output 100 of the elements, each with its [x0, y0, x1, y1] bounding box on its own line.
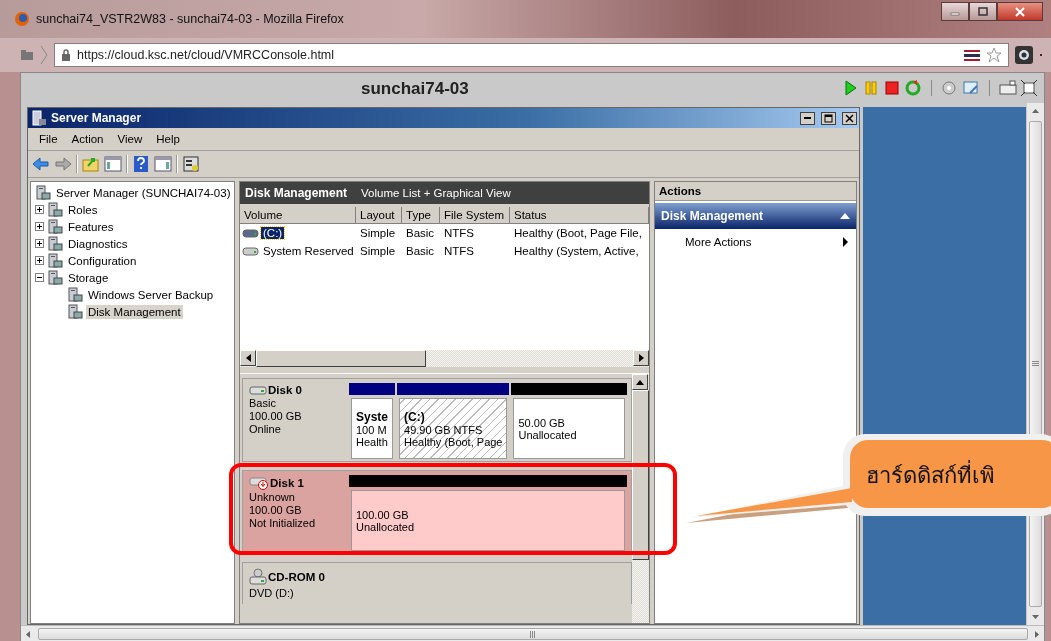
disk-detail: 100.00 GB: [249, 504, 303, 516]
partition-block[interactable]: 100.00 GB Unallocated: [351, 490, 625, 551]
disc-icon[interactable]: [941, 79, 959, 97]
column-header[interactable]: Type: [402, 207, 440, 224]
window-edit-icon[interactable]: [962, 79, 980, 97]
partition-block[interactable]: 50.00 GB Unallocated: [513, 398, 625, 459]
partition-block[interactable]: (C:) 49.90 GB NTFS Healthy (Boot, Page: [399, 398, 508, 459]
disk-detail: 100.00 GB: [249, 410, 303, 422]
actions-section-header[interactable]: Disk Management: [655, 203, 857, 229]
left-arrow-icon: [245, 354, 251, 362]
menu-item[interactable]: File: [34, 131, 63, 147]
tree-item[interactable]: Windows Server Backup: [86, 287, 216, 302]
tree-item[interactable]: Roles: [66, 202, 100, 217]
tree-item[interactable]: Diagnostics: [66, 236, 130, 251]
partition-text: 50.00 GB: [518, 416, 566, 429]
menu-item[interactable]: Action: [66, 131, 109, 147]
minimize-button[interactable]: [941, 2, 969, 21]
column-header[interactable]: Volume: [240, 207, 356, 224]
maximize-button[interactable]: [969, 2, 997, 21]
expand-toggle[interactable]: [35, 256, 44, 265]
table-cell-text: NTFS: [443, 245, 476, 257]
cd-drive-icon: [249, 568, 267, 586]
computer-icon: [47, 235, 63, 252]
reset-icon[interactable]: [904, 79, 922, 97]
stop-icon[interactable]: [883, 79, 901, 97]
horizontal-scrollbar[interactable]: [21, 625, 1044, 641]
disk-detail: Not Initialized: [249, 517, 317, 529]
menu-item[interactable]: Help: [151, 131, 185, 147]
horizontal-scrollbar[interactable]: [240, 350, 649, 367]
table-cell[interactable]: System Reserved: [261, 245, 356, 257]
flag-icon: [964, 49, 980, 61]
disk-detail: Basic: [249, 397, 277, 409]
maximize-icon: [824, 113, 834, 123]
minimize-button[interactable]: [800, 111, 816, 125]
close-button[interactable]: [997, 2, 1043, 21]
disk-detail: DVD (D:): [249, 587, 295, 599]
menu-item[interactable]: View: [112, 131, 148, 147]
table-cell[interactable]: (C:): [261, 227, 285, 239]
up-arrow-icon: [1032, 109, 1039, 113]
properties-icon[interactable]: [182, 155, 200, 173]
console-title: sunchai74-03: [361, 79, 469, 99]
table-cell-text: Basic: [405, 227, 436, 239]
grip-icon: [1032, 361, 1039, 367]
callout-text: ฮาร์ดดิสก์ที่เพิ: [866, 458, 995, 493]
table-cell-text: Simple: [359, 227, 397, 239]
computer-icon: [47, 201, 63, 218]
computer-icon: [47, 218, 63, 235]
disk-detail: Unknown: [249, 491, 296, 503]
camera-icon[interactable]: [1015, 46, 1033, 64]
chevron-icon: [40, 45, 48, 65]
action-item[interactable]: More Actions: [655, 231, 857, 253]
minimize-icon: [804, 117, 812, 119]
partition-title: Syste: [356, 409, 389, 424]
pane-icon[interactable]: [104, 155, 122, 173]
submenu-arrow-icon: [843, 237, 849, 247]
vertical-scrollbar[interactable]: [632, 374, 649, 623]
partition-block[interactable]: Syste 100 M Health: [351, 398, 394, 459]
table-cell-text: Healthy (Boot, Page File,: [513, 227, 643, 239]
tree-item[interactable]: Features: [66, 219, 116, 234]
partition-title: (C:): [404, 409, 426, 424]
back-arrow-icon[interactable]: [32, 155, 50, 173]
partition-text: 100.00 GB: [356, 508, 410, 521]
column-header[interactable]: File System: [440, 207, 510, 224]
right-arrow-icon: [638, 354, 644, 362]
maximize-icon: [978, 7, 988, 16]
partition-text: Healthy (Boot, Page: [404, 435, 503, 448]
collapse-arrow-icon: [840, 213, 851, 219]
drive-icon: [242, 246, 259, 256]
lock-icon: [61, 49, 71, 61]
table-cell-text: Healthy (System, Active,: [513, 245, 640, 257]
down-arrow-icon: [1032, 615, 1039, 619]
disk-info[interactable]: Disk 1 Unknown 100.00 GB Not Initialized: [243, 471, 343, 553]
column-header[interactable]: Layout: [356, 207, 402, 224]
close-icon: [845, 113, 855, 123]
address-field[interactable]: https://cloud.ksc.net/cloud/VMRCConsole.html: [54, 43, 1009, 67]
disk-name: Disk 0: [268, 384, 302, 396]
tree-item[interactable]: Configuration: [66, 253, 139, 268]
pane-title: Disk Management: [245, 186, 348, 200]
computer-icon: [47, 252, 63, 269]
help-icon[interactable]: [132, 155, 150, 173]
collapse-toggle[interactable]: [35, 273, 44, 282]
close-button[interactable]: [842, 111, 858, 125]
server-icon: [31, 110, 47, 126]
column-header[interactable]: Status: [510, 207, 649, 224]
maximize-button[interactable]: [821, 111, 837, 125]
expand-toggle[interactable]: [35, 222, 44, 231]
pane-icon[interactable]: [154, 155, 172, 173]
up-arrow-icon: [636, 379, 644, 385]
tree-item[interactable]: Storage: [66, 270, 111, 285]
grip-icon: [529, 630, 536, 638]
window-title: Server Manager: [51, 111, 143, 125]
view-label: Volume List + Graphical View: [361, 187, 511, 199]
tree-item[interactable]: Disk Management: [86, 304, 183, 319]
fullscreen-icon[interactable]: [1020, 79, 1038, 97]
expand-toggle[interactable]: [35, 205, 44, 214]
computer-icon: [47, 269, 63, 286]
expand-toggle[interactable]: [35, 239, 44, 248]
tree-item[interactable]: Server Manager (SUNCHAI74-03): [54, 185, 233, 200]
left-arrow-icon: [26, 630, 31, 638]
disk-name: CD-ROM 0: [268, 571, 325, 583]
